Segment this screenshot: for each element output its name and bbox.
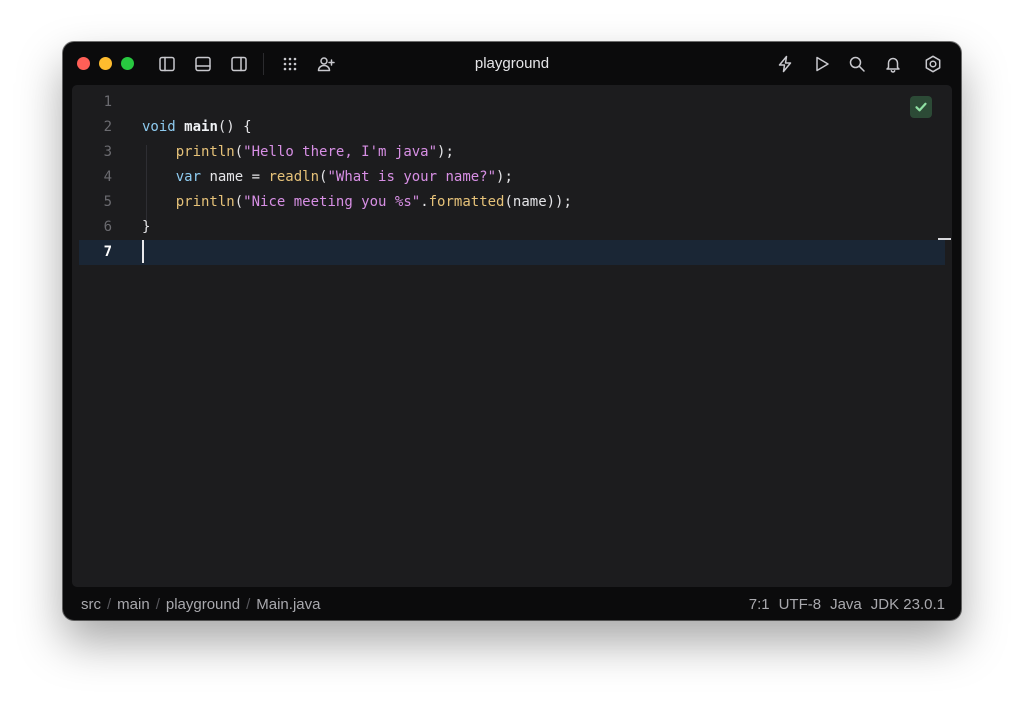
code-token: "Hello there, I'm java": [243, 144, 438, 160]
code-token: void: [142, 119, 185, 135]
breadcrumb-item-main[interactable]: main: [117, 596, 150, 613]
language-mode[interactable]: Java: [830, 596, 862, 613]
title-bar: playground: [63, 42, 961, 85]
code-text: void main() {: [142, 115, 252, 140]
code-token: println: [175, 144, 235, 160]
status-info: 7:1 UTF-8 Java JDK 23.0.1: [740, 590, 945, 620]
code-line[interactable]: 2 void main() {: [72, 115, 952, 140]
settings-icon[interactable]: [922, 53, 944, 75]
breadcrumb: src / main / playground / Main.java: [81, 590, 320, 620]
line-number: 4: [103, 169, 112, 185]
code-text: println("Hello there, I'm java");: [142, 140, 454, 165]
file-encoding[interactable]: UTF-8: [779, 596, 822, 613]
code-line[interactable]: 6}: [72, 215, 952, 240]
ide-window: playground 1 2 void main() {3 println("Hel…: [63, 42, 961, 620]
code-text: }: [142, 215, 150, 240]
bell-icon[interactable]: [882, 53, 904, 75]
code-token: readln: [268, 169, 320, 185]
code-token: name =: [209, 169, 269, 185]
code-token: main: [184, 119, 218, 135]
breadcrumb-separator: /: [155, 596, 160, 613]
status-bar: src / main / playground / Main.java 7:1 UTF-8 Ja…: [63, 590, 961, 620]
breadcrumb-item-file[interactable]: Main.java: [256, 596, 320, 613]
code-token: .: [420, 194, 429, 210]
code-editor[interactable]: 1 2 void main() {3 println("Hello there, I…: [72, 85, 952, 587]
code-token: () {: [217, 119, 252, 135]
code-token: "What is your name?": [327, 169, 497, 185]
search-icon[interactable]: [846, 53, 868, 75]
code-token: formatted: [428, 194, 505, 210]
code-token: (: [234, 194, 244, 210]
cursor-position[interactable]: 7:1: [749, 596, 770, 613]
line-number: 2: [103, 119, 112, 135]
code-line[interactable]: 3 println("Hello there, I'm java");: [72, 140, 952, 165]
play-icon[interactable]: [810, 53, 832, 75]
breadcrumb-separator: /: [107, 596, 112, 613]
code-token: "Nice meeting you %s": [243, 194, 421, 210]
code-token: (: [234, 144, 244, 160]
line-number: 5: [103, 194, 112, 210]
line-number: 7: [103, 244, 112, 260]
line-number: 3: [103, 144, 112, 160]
code-token: );: [437, 144, 454, 160]
code-token: }: [142, 219, 151, 235]
lightning-icon[interactable]: [774, 53, 796, 75]
breadcrumb-item-playground[interactable]: playground: [166, 596, 240, 613]
code-line[interactable]: 4 var name = readln("What is your name?"…: [72, 165, 952, 190]
code-token: println: [175, 194, 235, 210]
code-token: var: [175, 169, 210, 185]
code-line[interactable]: 5 println("Nice meeting you %s".formatte…: [72, 190, 952, 215]
code-line-current[interactable]: 7: [79, 240, 945, 265]
breadcrumb-item-src[interactable]: src: [81, 596, 101, 613]
breadcrumb-separator: /: [246, 596, 251, 613]
scrollbar-marker[interactable]: [938, 238, 951, 240]
text-cursor: [142, 240, 144, 263]
line-number: 1: [103, 94, 112, 110]
jdk-version[interactable]: JDK 23.0.1: [871, 596, 945, 613]
code-text: var name = readln("What is your name?");: [142, 165, 513, 190]
code-token: (name));: [504, 194, 572, 210]
code-line[interactable]: 1: [72, 90, 952, 115]
line-number: 6: [103, 219, 112, 235]
check-icon[interactable]: [910, 96, 932, 118]
code-token: );: [496, 169, 513, 185]
code-text: println("Nice meeting you %s".formatted(…: [142, 190, 572, 215]
